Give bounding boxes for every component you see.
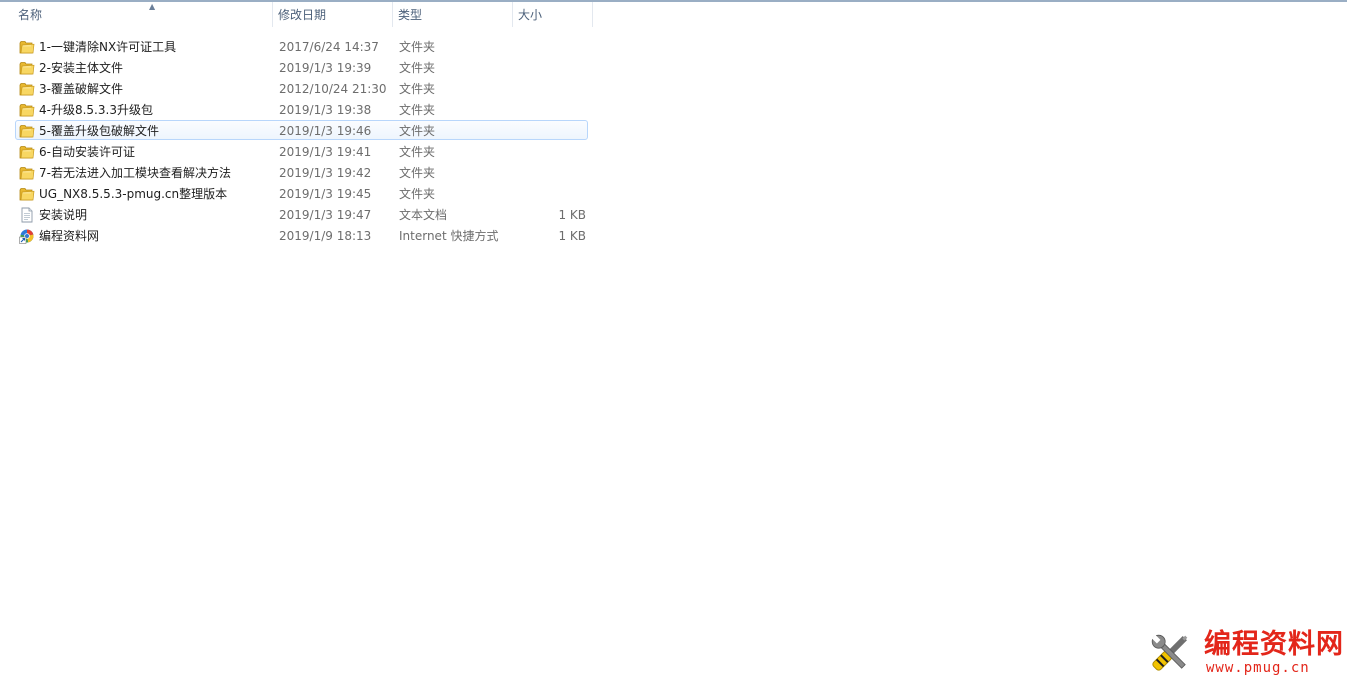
file-type: 文件夹 [399, 145, 436, 159]
folder-icon [19, 123, 35, 139]
file-type: 文件夹 [399, 166, 436, 180]
file-name: 安装说明 [39, 208, 88, 222]
file-row-selected[interactable]: 5-覆盖升级包破解文件 2019/1/3 19:46 文件夹 [15, 120, 588, 140]
folder-icon [19, 144, 35, 160]
watermark-title: 编程资料网 [1204, 629, 1344, 660]
file-size [506, 121, 586, 141]
file-date: 2019/1/3 19:46 [279, 124, 372, 138]
file-size [506, 37, 586, 57]
column-header-size-label: 大小 [518, 8, 543, 22]
folder-icon [19, 102, 35, 118]
file-date: 2019/1/3 19:47 [279, 208, 372, 222]
file-row[interactable]: 6-自动安装许可证 2019/1/3 19:41 文件夹 [15, 141, 588, 161]
file-name: 1-一键清除NX许可证工具 [39, 40, 177, 54]
file-type: 文件夹 [399, 82, 436, 96]
file-size [506, 79, 586, 99]
file-size: 1 KB [558, 208, 586, 222]
file-name: 5-覆盖升级包破解文件 [39, 124, 159, 138]
file-row[interactable]: 4-升级8.5.3.3升级包 2019/1/3 19:38 文件夹 [15, 99, 588, 119]
text-document-icon [19, 207, 35, 223]
file-date: 2019/1/3 19:45 [279, 187, 372, 201]
file-date: 2012/10/24 21:30 [279, 82, 387, 96]
column-header-size[interactable]: 大小 [513, 2, 593, 27]
file-row[interactable]: 7-若无法进入加工模块查看解决方法 2019/1/3 19:42 文件夹 [15, 162, 588, 182]
file-type: 文件夹 [399, 124, 436, 138]
file-row[interactable]: 编程资料网 2019/1/9 18:13 Internet 快捷方式 1 KB [15, 225, 588, 245]
file-name: 编程资料网 [39, 229, 100, 243]
file-date: 2017/6/24 14:37 [279, 40, 379, 54]
column-header-bar: 名称 ▲ 修改日期 类型 大小 [0, 2, 1347, 27]
file-type: 文件夹 [399, 103, 436, 117]
file-size [506, 184, 586, 204]
internet-shortcut-icon [19, 228, 35, 244]
column-header-date[interactable]: 修改日期 [273, 2, 393, 27]
file-size: 1 KB [558, 229, 586, 243]
column-header-name[interactable]: 名称 ▲ [13, 2, 273, 27]
file-date: 2019/1/3 19:41 [279, 145, 372, 159]
file-date: 2019/1/3 19:38 [279, 103, 372, 117]
file-name: UG_NX8.5.5.3-pmug.cn整理版本 [39, 187, 228, 201]
file-name: 2-安装主体文件 [39, 61, 123, 75]
file-name: 6-自动安装许可证 [39, 145, 135, 159]
folder-icon [19, 165, 35, 181]
column-header-type-label: 类型 [398, 8, 423, 22]
file-date: 2019/1/3 19:42 [279, 166, 372, 180]
folder-icon [19, 39, 35, 55]
watermark-logo: 编程资料网 www.pmug.cn [1146, 628, 1343, 676]
file-type: 文件夹 [399, 61, 436, 75]
sort-ascending-icon: ▲ [149, 2, 156, 11]
file-type: Internet 快捷方式 [399, 229, 499, 243]
file-size [506, 142, 586, 162]
column-header-date-label: 修改日期 [278, 8, 327, 22]
column-header-name-label: 名称 [18, 8, 43, 22]
file-size [506, 163, 586, 183]
column-header-type[interactable]: 类型 [393, 2, 513, 27]
file-row[interactable]: 2-安装主体文件 2019/1/3 19:39 文件夹 [15, 57, 588, 77]
file-size [506, 58, 586, 78]
watermark-url: www.pmug.cn [1206, 660, 1310, 676]
file-date: 2019/1/9 18:13 [279, 229, 372, 243]
file-type: 文件夹 [399, 187, 436, 201]
folder-icon [19, 81, 35, 97]
tools-icon [1151, 634, 1188, 671]
file-row[interactable]: 3-覆盖破解文件 2012/10/24 21:30 文件夹 [15, 78, 588, 98]
folder-icon [19, 186, 35, 202]
folder-icon [19, 60, 35, 76]
file-type: 文本文档 [399, 208, 448, 222]
file-row[interactable]: 1-一键清除NX许可证工具 2017/6/24 14:37 文件夹 [15, 36, 588, 56]
file-name: 3-覆盖破解文件 [39, 82, 123, 96]
file-row[interactable]: 安装说明 2019/1/3 19:47 文本文档 1 KB [15, 204, 588, 224]
file-date: 2019/1/3 19:39 [279, 61, 372, 75]
file-name: 4-升级8.5.3.3升级包 [39, 103, 153, 117]
file-row[interactable]: UG_NX8.5.5.3-pmug.cn整理版本 2019/1/3 19:45 … [15, 183, 588, 203]
file-type: 文件夹 [399, 40, 436, 54]
file-size [506, 100, 586, 120]
file-name: 7-若无法进入加工模块查看解决方法 [39, 166, 231, 180]
